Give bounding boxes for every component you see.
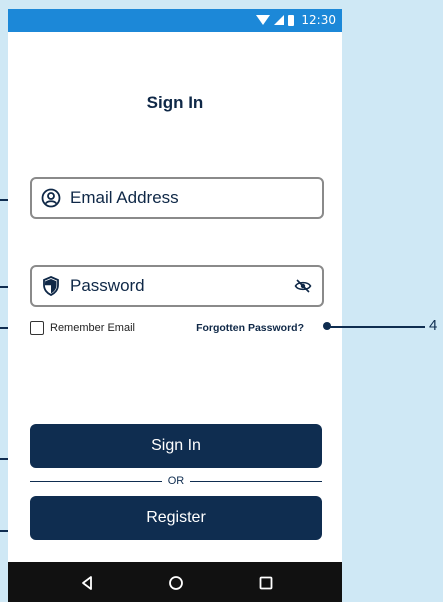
or-text: OR xyxy=(167,475,185,487)
register-button[interactable]: Register xyxy=(30,496,322,540)
home-circle-icon[interactable] xyxy=(166,573,186,593)
divider-line-left xyxy=(30,480,162,482)
wifi-icon xyxy=(256,15,271,25)
password-field[interactable]: Password xyxy=(30,265,324,307)
email-field[interactable]: Email Address xyxy=(30,177,324,219)
eye-off-icon[interactable] xyxy=(292,275,314,297)
email-placeholder: Email Address xyxy=(70,188,179,207)
status-icons: 12:30 xyxy=(256,13,336,27)
callout-number-forgot: 4 xyxy=(429,317,438,334)
divider-line-right xyxy=(190,480,322,482)
status-time: 12:30 xyxy=(301,13,336,27)
remember-email[interactable]: Remember Email xyxy=(30,321,135,335)
sign-in-button[interactable]: Sign In xyxy=(30,424,322,468)
status-bar: 12:30 xyxy=(8,9,342,32)
signal-icon xyxy=(274,15,285,25)
callout-line-forgot xyxy=(327,326,425,328)
or-divider: OR xyxy=(30,474,322,488)
remember-email-label: Remember Email xyxy=(50,322,135,334)
back-triangle-icon[interactable] xyxy=(77,573,97,593)
remember-email-checkbox[interactable] xyxy=(30,321,44,335)
shield-icon xyxy=(40,275,62,297)
forgotten-password-link[interactable]: Forgotten Password? xyxy=(196,322,304,334)
recent-square-icon[interactable] xyxy=(256,573,276,593)
android-nav-bar xyxy=(8,562,342,602)
user-circle-icon xyxy=(40,187,62,209)
canvas: 12:30 Sign In Email Address Password Rem… xyxy=(0,0,443,602)
phone-screen: 12:30 Sign In Email Address Password Rem… xyxy=(8,9,342,602)
page-title: Sign In xyxy=(146,93,204,112)
battery-icon xyxy=(288,14,295,26)
password-placeholder: Password xyxy=(70,276,145,295)
